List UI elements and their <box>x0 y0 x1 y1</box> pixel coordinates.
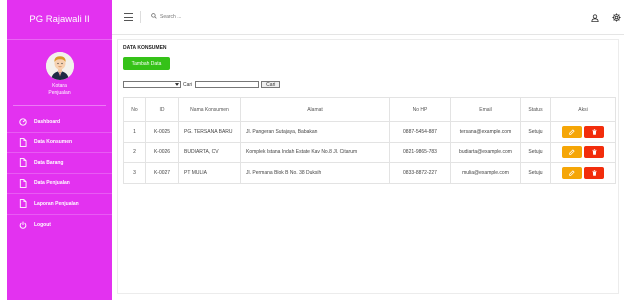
add-data-button[interactable]: Tambah Data <box>123 57 170 70</box>
cell-no: 1 <box>123 121 146 143</box>
edit-icon <box>569 170 575 176</box>
cell-alamat: Jl. Permana Blok B No. 38 Duksih <box>240 162 390 184</box>
search-input[interactable] <box>160 14 240 20</box>
user-icon[interactable] <box>590 13 600 23</box>
sidebar-item-label: Dashboard <box>34 118 61 125</box>
cell-nama: PT MULIA <box>178 162 241 184</box>
column-header-status: Status <box>520 97 551 122</box>
cell-nama: PG. TERSANA BARU <box>178 121 241 143</box>
trash-icon <box>591 169 597 176</box>
edit-button[interactable] <box>562 146 582 159</box>
user-role-line1: Kotara <box>52 83 67 89</box>
cell-alamat: Jl. Pangeran Sutajaya, Babakan <box>240 121 390 143</box>
file-icon <box>18 158 28 168</box>
sidebar-item-label: Logout <box>34 221 51 228</box>
column-header-hp: No HP <box>389 97 451 122</box>
column-header-nama: Nama Konsumen <box>178 97 241 122</box>
gauge-icon <box>18 117 28 127</box>
table-header-row: No ID Nama Konsumen Alamat No HP Email S… <box>123 97 616 122</box>
table-row: 2 K-0026 BUDIARTA, CV Komplek Istana Ind… <box>123 141 616 163</box>
content-card: DATA KONSUMEN Tambah Data Cari Cari No I… <box>117 39 619 294</box>
edit-button[interactable] <box>562 125 582 138</box>
user-avatar-icon <box>45 52 74 80</box>
sidebar-item-data-barang[interactable]: Data Barang <box>7 153 112 174</box>
edit-icon <box>569 129 575 135</box>
brand-title[interactable]: PG Rajawali II <box>7 0 112 40</box>
cell-email: tersana@example.com <box>450 121 521 143</box>
cell-hp: 0887-5454-887 <box>389 121 451 143</box>
filter-label: Cari <box>183 81 193 88</box>
cell-hp: 0833-8872-227 <box>389 162 451 184</box>
chevron-down-icon <box>175 83 179 86</box>
file-icon <box>18 178 28 188</box>
page-title: DATA KONSUMEN <box>123 45 167 51</box>
cell-id: K-0025 <box>145 121 179 143</box>
sidebar-item-dashboard[interactable]: Dashboard <box>7 112 112 133</box>
sidebar-item-label: Data Konsumen <box>34 139 73 146</box>
sidebar-nav: Dashboard Data Konsumen Data Barang Data… <box>7 112 112 235</box>
search-icon[interactable] <box>151 13 157 21</box>
table-row: 1 K-0025 PG. TERSANA BARU Jl. Pangeran S… <box>123 121 616 143</box>
delete-button[interactable] <box>584 125 604 138</box>
menu-icon[interactable] <box>124 13 133 21</box>
konsumen-table: No ID Nama Konsumen Alamat No HP Email S… <box>123 97 616 184</box>
settings-icon[interactable] <box>611 13 621 23</box>
file-icon <box>18 137 28 147</box>
cell-nama: BUDIARTA, CV <box>178 141 241 163</box>
column-header-alamat: Alamat <box>240 97 390 122</box>
cell-id: K-0026 <box>145 141 179 163</box>
sidebar-item-label: Data Penjualan <box>34 180 70 187</box>
sidebar-item-label: Laporan Penjualan <box>34 200 79 207</box>
cell-status: Setuju <box>520 141 551 163</box>
edit-button[interactable] <box>562 166 582 179</box>
sidebar-item-laporan-penjualan[interactable]: Laporan Penjualan <box>7 194 112 215</box>
cell-email: mulia@example.com <box>450 162 521 184</box>
filter-row: Cari Cari <box>123 81 281 88</box>
cell-no: 2 <box>123 141 146 163</box>
sidebar-item-logout[interactable]: Logout <box>7 215 112 236</box>
trash-icon <box>591 128 597 135</box>
file-icon <box>18 199 28 209</box>
topbar <box>112 0 624 35</box>
user-role-line2: Penjualan <box>48 90 71 96</box>
sidebar-divider <box>13 105 106 106</box>
trash-icon <box>591 149 597 156</box>
cari-button[interactable]: Cari <box>261 81 281 88</box>
user-role: Kotara Penjualan <box>7 83 112 97</box>
filter-input[interactable] <box>195 81 260 88</box>
cell-hp: 0821-9865-783 <box>389 141 451 163</box>
search-box <box>151 13 240 21</box>
sidebar: PG Rajawali II Kotara Penjualan Dashboar… <box>7 0 112 300</box>
table-row: 3 K-0027 PT MULIA Jl. Permana Blok B No.… <box>123 162 616 184</box>
avatar <box>45 52 74 80</box>
cell-aksi <box>550 162 616 184</box>
edit-icon <box>569 149 575 156</box>
column-header-email: Email <box>450 97 521 122</box>
column-header-aksi: Aksi <box>550 97 616 122</box>
sidebar-item-label: Data Barang <box>34 159 64 166</box>
cell-alamat: Komplek Istana Indah Estate Kav No.8 Jl.… <box>240 141 390 163</box>
sidebar-item-data-penjualan[interactable]: Data Penjualan <box>7 174 112 194</box>
sidebar-item-data-konsumen[interactable]: Data Konsumen <box>7 133 112 153</box>
delete-button[interactable] <box>584 146 604 159</box>
filter-select[interactable] <box>123 81 181 88</box>
avatar-wrap <box>7 52 112 80</box>
cell-status: Setuju <box>520 121 551 143</box>
delete-button[interactable] <box>584 166 604 179</box>
cell-aksi <box>550 121 616 143</box>
cell-no: 3 <box>123 162 146 184</box>
power-icon <box>18 220 28 230</box>
column-header-no: No <box>123 97 146 122</box>
cell-aksi <box>550 141 616 163</box>
cell-status: Setuju <box>520 162 551 184</box>
column-header-id: ID <box>145 97 179 122</box>
cell-email: budiarta@example.com <box>450 141 521 163</box>
topbar-divider <box>140 11 141 23</box>
cell-id: K-0027 <box>145 162 179 184</box>
